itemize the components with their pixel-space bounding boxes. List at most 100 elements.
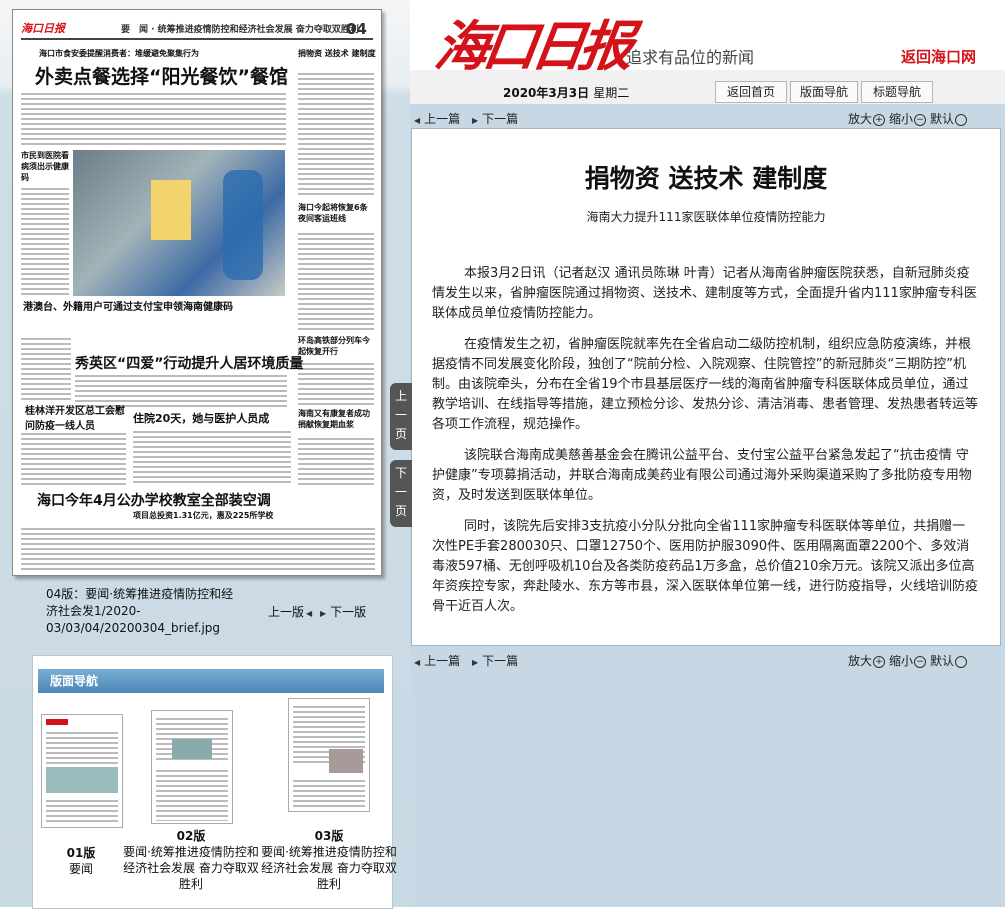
article-title: 捐物资 送技术 建制度 [584,164,828,193]
paper-mid-head-2: 桂林洋开发区总工会慰问防疫一线人员 [25,406,125,432]
title-nav-button[interactable]: 标题导航 [861,81,933,103]
paper-left-head-2: 港澳台、外籍用户可通过支付宝申领海南健康码 [23,302,233,313]
text-block [298,435,374,485]
prev-edition-label[interactable]: 上一版 [268,605,304,619]
photo-detail [223,170,263,280]
article-panel: 捐物资 送技术 建制度 海南大力提升111家医联体单位疫情防控能力 本报3月2日… [411,128,1001,646]
zoom-out-button[interactable]: 缩小 [889,654,913,668]
paper-section-line: 要 闻 · 统筹推进疫情防控和经济社会发展 奋力夺取双胜利 [121,25,359,35]
thumb-detail [46,719,68,725]
thumb-detail [172,739,212,759]
page-name[interactable]: 要闻 [69,862,93,876]
thumb-detail [329,749,363,773]
text-block [21,185,69,295]
next-arrow-icon: ▶ [472,116,479,125]
article-pager-top: ◀ 上一篇 ▶ 下一篇 放大 + 缩小 − 默认 [410,108,1005,126]
home-button[interactable]: 返回首页 [715,81,787,103]
paper-side-head-1: 捐物资 送技术 建制度 [298,49,376,58]
zoom-default-button[interactable]: 默认 [930,112,954,126]
prev-arrow-icon: ◀ [306,609,313,618]
article-paragraph: 该院联合海南成美慈善基金会在腾讯公益平台、支付宝公益平台紧急发起了“抗击疫情 守… [432,448,972,503]
thumb-detail [293,777,365,809]
text-block [298,70,374,195]
next-edition-label[interactable]: 下一版 [330,605,366,619]
page-number[interactable]: 02版 [121,828,261,844]
thumb-detail [46,767,118,793]
page-number[interactable]: 01版 [41,845,121,861]
thumb-detail [46,797,118,825]
layout-nav-button[interactable]: 版面导航 [790,81,858,103]
next-page-tab[interactable]: 下一页 [390,460,412,527]
zoom-default-button[interactable]: 默认 [930,654,954,668]
photo-detail [151,180,191,240]
page-name[interactable]: 要闻·统筹推进疫情防控和经济社会发展 奋力夺取双胜利 [123,845,259,891]
news-photo [73,150,285,296]
weekday-text: 星期二 [593,86,630,100]
zoom-in-button[interactable]: 放大 [848,112,872,126]
page-number[interactable]: 03版 [259,828,399,844]
issue-date: 2020年3月3日 星期二 [503,84,629,101]
paper-bottom-sub: 项目总投资1.31亿元，惠及225所学校 [133,511,274,520]
page-thumbnail-01[interactable] [41,714,123,828]
article-body: 本报3月2日讯（记者赵汉 通讯员陈琳 叶青）记者从海南省肿瘤医院获悉，自新冠肺炎… [432,264,978,628]
zoom-out-icon[interactable]: − [913,655,926,668]
radio-icon[interactable] [955,655,967,668]
article-paragraph: 本报3月2日讯（记者赵汉 通讯员陈琳 叶青）记者从海南省肿瘤医院获悉，自新冠肺炎… [432,266,977,321]
layout-nav-header: 版面导航 [38,669,384,693]
page-thumbnail-03[interactable] [288,698,370,812]
paper-side-head-2: 海口今起将恢复6条夜间客运班线 [298,203,368,223]
date-text: 2020年3月3日 [503,86,590,100]
page-link-03[interactable]: 03版 要闻·统筹推进疫情防控和经济社会发展 奋力夺取双胜利 [259,828,399,892]
newspaper-logo[interactable]: 海口日报 [430,2,633,81]
paper-bottom-head: 海口今年4月公办学校教室全部装空调 [37,493,271,509]
back-to-site-link[interactable]: 返回海口网 [901,46,976,67]
article-pager-bottom: ◀ 上一篇 ▶ 下一篇 放大 + 缩小 − 默认 [410,650,1005,668]
text-block [298,230,374,330]
page-caption: 04版：要闻·统筹推进疫情防控和经济社会发1/2020-03/03/04/202… [46,587,234,635]
article-paragraph: 在疫情发生之初，省肿瘤医院就率先在全省启动二级防控机制，组织应急防疫演练，并根据… [432,337,979,432]
next-article-link[interactable]: 下一篇 [482,654,518,668]
text-block [21,335,71,400]
text-block [21,90,286,145]
zoom-in-icon[interactable]: + [872,113,885,126]
paper-mid-head-1: 秀英区“四爱”行动提升人居环境质量 [75,356,304,372]
zoom-out-icon[interactable]: − [913,113,926,126]
text-block [21,430,126,485]
article-paragraph: 同时，该院先后安排3支抗疫小分队分批向全省111家肿瘤专科医联体等单位，共捐赠一… [432,519,979,614]
newspaper-page-image[interactable]: 海口日报 要 闻 · 统筹推进疫情防控和经济社会发展 奋力夺取双胜利 04 海口… [12,9,382,576]
page-link-01[interactable]: 01版 要闻 [41,845,121,877]
paper-headline: 外卖点餐选择“阳光餐饮”餐馆 [35,66,288,88]
thumb-detail [46,729,118,764]
layout-nav-panel: 版面导航 01版 要闻 02版 要闻·统筹推进疫情防控和经济社会发展 奋力夺取双… [32,655,397,909]
paper-side-head-4: 海南又有康复者成功捐献恢复期血浆 [298,409,370,429]
zoom-in-button[interactable]: 放大 [848,654,872,668]
prev-arrow-icon: ◀ [414,658,421,667]
article-subtitle: 海南大力提升111家医联体单位疫情防控能力 [586,210,826,224]
prev-article-link[interactable]: 上一篇 [424,112,460,126]
prev-arrow-icon: ◀ [414,116,421,125]
paper-side-head-3: 环岛高铁部分列车今起恢复开行 [298,336,370,356]
text-block [133,428,291,485]
paper-masthead: 海口日报 [21,22,65,35]
text-block [298,360,374,405]
zoom-in-icon[interactable]: + [872,655,885,668]
page-thumbnail-02[interactable] [151,710,233,824]
prev-page-tab[interactable]: 上一页 [390,383,412,450]
text-block [21,525,375,570]
paper-kicker: 海口市食安委提醒消费者：堆缓避免聚集行为 [39,49,199,58]
page-name[interactable]: 要闻·统筹推进疫情防控和经济社会发展 奋力夺取双胜利 [261,845,397,891]
page-link-02[interactable]: 02版 要闻·统筹推进疫情防控和经济社会发展 奋力夺取双胜利 [121,828,261,892]
next-edition-link[interactable]: ▶ 下一版 [320,603,366,620]
prev-article-link[interactable]: 上一篇 [424,654,460,668]
next-arrow-icon: ▶ [472,658,479,667]
radio-icon[interactable] [955,113,967,126]
zoom-out-button[interactable]: 缩小 [889,112,913,126]
slogan: 追求有品位的新闻 [626,48,755,67]
paper-rule [21,38,373,40]
paper-left-head-1: 市民到医院看病须出示健康码 [21,151,69,182]
next-article-link[interactable]: 下一篇 [482,112,518,126]
prev-edition-link[interactable]: 上一版 ◀ [268,603,316,620]
next-arrow-icon: ▶ [320,609,327,618]
paper-page-number: 04 [346,20,367,38]
thumb-detail [156,767,228,821]
